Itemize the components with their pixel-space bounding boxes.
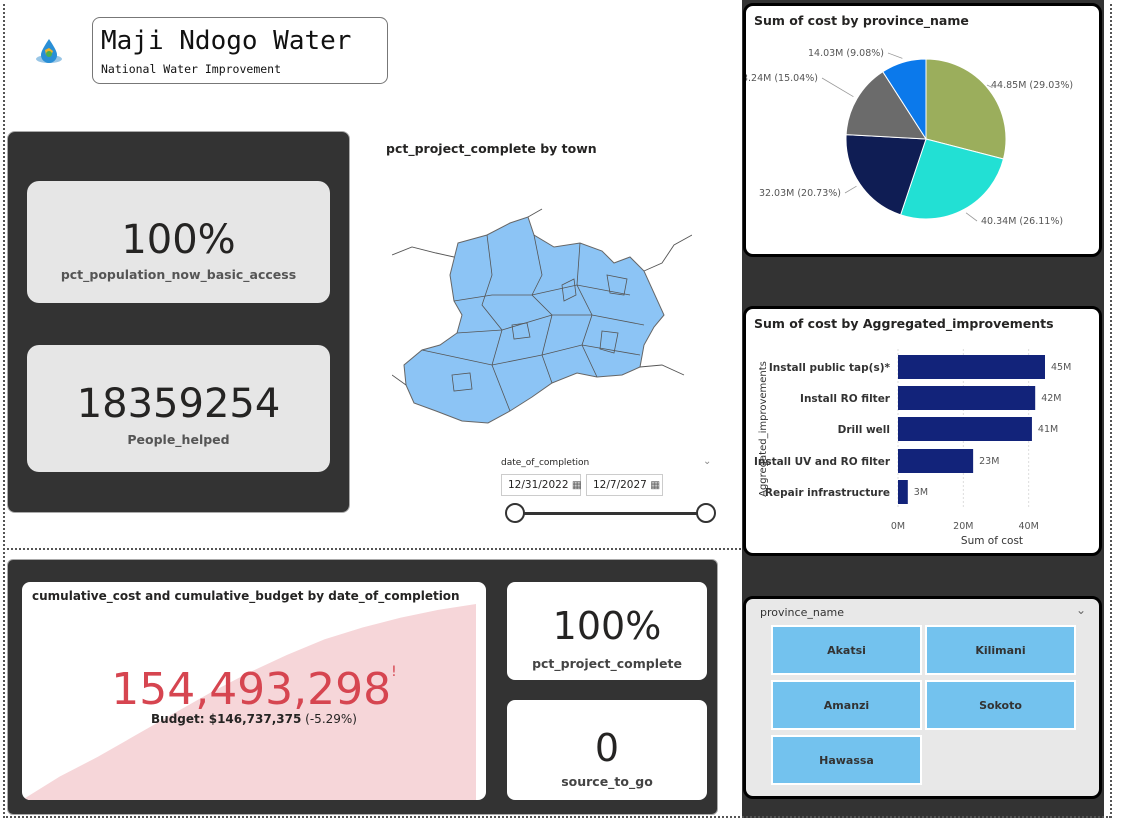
chevron-down-icon[interactable]: ⌄: [1076, 603, 1086, 617]
pie-slice-label: 14.03M (9.08%): [808, 48, 884, 59]
pie-leader-line: [965, 212, 978, 222]
dashboard-title: Maji Ndogo Water: [101, 26, 352, 56]
bar[interactable]: [898, 386, 1036, 410]
x-tick-label: 0M: [891, 521, 905, 532]
pie-leader-line: [887, 52, 903, 59]
province-option-sokoto[interactable]: Sokoto: [925, 680, 1076, 730]
bar-value-label: 41M: [1038, 424, 1058, 435]
source-to-go-label: source_to_go: [561, 774, 653, 789]
x-tick-label: 20M: [953, 521, 973, 532]
x-axis-label: Sum of cost: [961, 535, 1023, 547]
pie-leader-line: [844, 185, 857, 194]
start-date-input[interactable]: 12/31/2022 ▦: [501, 474, 582, 496]
pie-slice-label: 44.85M (29.03%): [991, 80, 1073, 91]
calendar-icon[interactable]: ▦: [572, 479, 582, 491]
people-helped-card[interactable]: 18359254 People_helped: [27, 345, 330, 472]
end-date-value: 12/7/2027: [593, 479, 647, 491]
basic-access-value: 100%: [121, 217, 236, 263]
budget-row: Budget: $146,737,375 (-5.29%): [22, 712, 486, 726]
section-divider: [3, 548, 741, 550]
source-to-go-value: 0: [594, 726, 620, 770]
x-tick-label: 40M: [1019, 521, 1039, 532]
bar-category-label: Repair infrastructure: [765, 487, 890, 499]
pie-slice-label: 23.24M (15.04%): [746, 73, 818, 84]
province-slicer-card: province_name ⌄ Akatsi Kilimani Amanzi S…: [743, 596, 1102, 799]
date-slider-end-handle[interactable]: [696, 503, 716, 523]
y-axis-label: Aggregated_improvements: [758, 361, 769, 497]
bar-category-label: Install public tap(s)*: [769, 362, 891, 374]
source-to-go-card[interactable]: 0 source_to_go: [507, 700, 707, 800]
bar[interactable]: [898, 449, 974, 473]
budget-label: Budget: $146,737,375: [151, 712, 302, 726]
map-title: pct_project_complete by town: [386, 141, 597, 156]
bar-chart-card[interactable]: Sum of cost by Aggregated_improvements I…: [743, 306, 1102, 556]
people-helped-value: 18359254: [76, 381, 281, 427]
pie-leader-line: [821, 77, 854, 98]
cumulative-value-row: 154,493,298!: [22, 664, 486, 715]
province-option-akatsi[interactable]: Akatsi: [771, 625, 922, 675]
bar-value-label: 23M: [979, 456, 999, 467]
province-option-amanzi[interactable]: Amanzi: [771, 680, 922, 730]
pie-slice-label: 32.03M (20.73%): [759, 188, 841, 199]
bottom-panel: cumulative_cost and cumulative_budget by…: [7, 559, 718, 815]
water-drop-globe-icon: [36, 39, 62, 63]
pie-slice-label: 40.34M (26.11%): [981, 216, 1063, 227]
pie-chart-card[interactable]: Sum of cost by province_name 44.85M (29.…: [743, 3, 1102, 257]
bar-category-label: Drill well: [838, 424, 890, 436]
page-border-left: [3, 4, 5, 818]
basic-access-label: pct_population_now_basic_access: [60, 267, 297, 282]
chevron-down-icon[interactable]: ⌄: [703, 456, 711, 467]
dashboard-title-card: Maji Ndogo Water National Water Improvem…: [92, 17, 388, 84]
bar[interactable]: [898, 480, 908, 504]
province-option-hawassa[interactable]: Hawassa: [771, 735, 922, 785]
bar[interactable]: [898, 417, 1032, 441]
end-date-input[interactable]: 12/7/2027 ▦: [586, 474, 663, 496]
date-slider-track[interactable]: [515, 512, 706, 515]
dashboard-subtitle: National Water Improvement: [101, 62, 282, 76]
calendar-icon[interactable]: ▦: [650, 479, 660, 491]
warning-marker: !: [391, 664, 397, 680]
province-option-kilimani[interactable]: Kilimani: [925, 625, 1076, 675]
budget-variance: (-5.29%): [305, 712, 357, 726]
project-complete-card[interactable]: 100% pct_project_complete: [507, 582, 707, 680]
bar-chart[interactable]: Install public tap(s)* 45M Install RO filt…: [746, 309, 1099, 553]
project-complete-label: pct_project_complete: [532, 656, 682, 671]
project-complete-value: 100%: [552, 604, 662, 648]
cumulative-card[interactable]: cumulative_cost and cumulative_budget by…: [22, 582, 486, 800]
town-map[interactable]: [392, 205, 692, 430]
cumulative-title: cumulative_cost and cumulative_budget by…: [32, 589, 460, 603]
people-helped-label: People_helped: [127, 432, 230, 447]
page-border-right: [1110, 4, 1112, 818]
date-slicer-label: date_of_completion: [501, 458, 590, 468]
bar-category-label: Install RO filter: [800, 393, 891, 405]
cumulative-value: 154,493,298: [111, 664, 392, 715]
page-border-bottom: [3, 816, 1111, 818]
bar-category-label: Install UV and RO filter: [754, 456, 891, 468]
pie-chart[interactable]: 44.85M (29.03%) 40.34M (26.11%) 32.03M (20…: [746, 6, 1099, 254]
bar[interactable]: [898, 355, 1045, 379]
basic-access-card[interactable]: 100% pct_population_now_basic_access: [27, 181, 330, 303]
start-date-value: 12/31/2022: [508, 479, 569, 491]
date-slider-start-handle[interactable]: [505, 503, 525, 523]
bar-value-label: 45M: [1051, 362, 1071, 373]
province-slicer-label: province_name: [760, 606, 845, 619]
bar-value-label: 3M: [914, 487, 928, 498]
bar-value-label: 42M: [1041, 393, 1061, 404]
kpi-panel: 100% pct_population_now_basic_access 183…: [7, 131, 350, 513]
